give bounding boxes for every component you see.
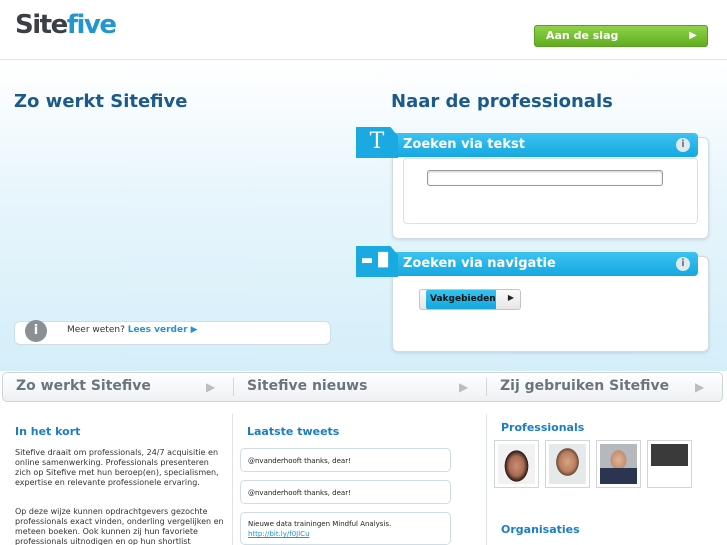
hero-left-title: Zo werkt Sitefive xyxy=(14,91,188,112)
tweet-item: @nvanderhooft thanks, dear! xyxy=(240,480,451,504)
more-info-bar: i Meer weten? Lees verder ▶ xyxy=(14,320,331,345)
top-bar: Sitefive Aan de slag ▶ xyxy=(0,0,727,60)
tweet-item: @nvanderhooft thanks, dear! xyxy=(240,448,451,472)
avatar-photo xyxy=(600,444,637,484)
info-icon: i xyxy=(25,320,47,342)
avatar[interactable] xyxy=(647,440,692,488)
in-het-kort-title: In het kort xyxy=(15,425,81,438)
tweet-link[interactable]: http://bit.ly/f0JlCu xyxy=(248,529,443,539)
avatar-photo xyxy=(651,444,688,484)
tab-zo-werkt-sitefive[interactable]: Zo werkt Sitefive ▶ xyxy=(16,373,226,401)
hero-right-title: Naar de professionals xyxy=(391,91,613,112)
sitefive-logo[interactable]: Sitefive xyxy=(15,10,117,40)
search-text-header: Zoeken via tekst i xyxy=(392,133,698,157)
search-text-input[interactable] xyxy=(427,170,663,186)
lees-verder-link[interactable]: Lees verder ▶ xyxy=(128,325,198,335)
text-search-icon: T xyxy=(356,127,398,158)
help-info-icon[interactable]: i xyxy=(676,138,690,152)
vakgebieden-label: Vakgebieden xyxy=(426,290,496,309)
play-arrow-icon: ▶ xyxy=(459,380,469,394)
search-text-title: Zoeken via tekst xyxy=(403,137,525,152)
play-arrow-icon: ▶ xyxy=(206,380,216,394)
help-info-icon[interactable]: i xyxy=(676,257,690,271)
in-het-kort-paragraph-1: Sitefive draait om professionals, 24/7 a… xyxy=(15,448,219,487)
play-arrow-icon: ▶ xyxy=(507,293,514,302)
avatar-photo xyxy=(549,444,586,484)
avatar[interactable] xyxy=(596,440,641,488)
play-arrow-icon: ▶ xyxy=(695,380,705,394)
tab-divider xyxy=(486,378,487,396)
in-het-kort-paragraph-2: Op deze wijze kunnen opdrachtgevers gezo… xyxy=(15,507,224,545)
cta-label: Aan de slag xyxy=(546,29,619,42)
aan-de-slag-button[interactable]: Aan de slag ▶ xyxy=(534,25,708,47)
play-arrow-icon: ▶ xyxy=(689,30,697,41)
tab-zij-gebruiken-sitefive[interactable]: Zij gebruiken Sitefive ▶ xyxy=(500,373,720,401)
professionals-title: Professionals xyxy=(501,421,585,434)
tab-divider xyxy=(233,378,234,396)
navigation-icon: ▬▐▌ xyxy=(356,246,398,277)
tweet-item: Nieuwe data trainingen Mindful Analysis.… xyxy=(240,512,451,545)
avatar[interactable] xyxy=(494,440,539,488)
vakgebieden-button[interactable]: Vakgebieden ▶ xyxy=(419,289,521,310)
more-info-text: Meer weten? Lees verder ▶ xyxy=(67,325,198,335)
laatste-tweets-title: Laatste tweets xyxy=(247,425,340,438)
column-divider xyxy=(486,414,487,545)
organisaties-title: Organisaties xyxy=(501,523,580,536)
search-text-inner xyxy=(403,158,698,224)
column-divider xyxy=(232,414,233,545)
avatar[interactable] xyxy=(545,440,590,488)
avatar-photo xyxy=(498,444,535,484)
section-tabs: Zo werkt Sitefive ▶ Sitefive nieuws ▶ Zi… xyxy=(2,372,723,402)
search-nav-header: Zoeken via navigatie i xyxy=(392,252,698,276)
tab-sitefive-nieuws[interactable]: Sitefive nieuws ▶ xyxy=(247,373,477,401)
search-nav-title: Zoeken via navigatie xyxy=(403,256,556,271)
